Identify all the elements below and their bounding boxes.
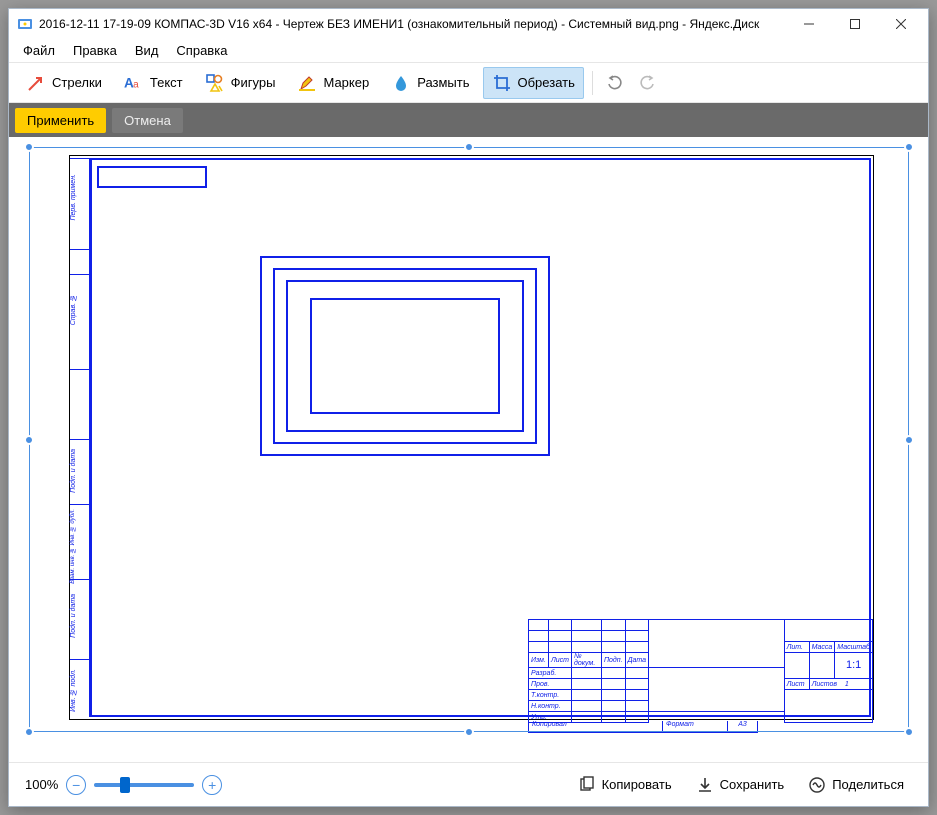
copy-button[interactable]: Копировать	[570, 772, 680, 798]
tool-text[interactable]: Aa Текст	[115, 67, 192, 99]
tool-arrows-label: Стрелки	[52, 75, 102, 90]
copy-icon	[578, 776, 596, 794]
canvas[interactable]: Перв. примен. Справ. № Подп. и дата Взам…	[9, 137, 928, 762]
zoom-slider[interactable]	[94, 783, 194, 787]
menu-edit[interactable]: Правка	[65, 41, 125, 60]
copy-label: Копировать	[602, 777, 672, 792]
tool-crop[interactable]: Обрезать	[483, 67, 584, 99]
crop-icon	[492, 73, 512, 93]
tool-text-label: Текст	[150, 75, 183, 90]
zoom-slider-thumb[interactable]	[120, 777, 130, 793]
tool-crop-label: Обрезать	[518, 75, 575, 90]
actionbar: Применить Отмена	[9, 103, 928, 137]
tool-blur[interactable]: Размыть	[382, 67, 478, 99]
crop-handle-e[interactable]	[904, 435, 914, 445]
app-window: 2016-12-11 17-19-09 КОМПАС-3D V16 x64 - …	[8, 8, 929, 807]
share-icon	[808, 776, 826, 794]
crop-handle-se[interactable]	[904, 727, 914, 737]
menu-view[interactable]: Вид	[127, 41, 167, 60]
statusbar: 100% − + Копировать Сохранить Поделиться	[9, 762, 928, 806]
close-button[interactable]	[878, 9, 924, 39]
tool-shapes-label: Фигуры	[231, 75, 276, 90]
crop-handle-nw[interactable]	[24, 142, 34, 152]
marker-icon	[297, 73, 317, 93]
tool-shapes[interactable]: Фигуры	[196, 67, 285, 99]
window-controls	[786, 9, 924, 39]
blur-icon	[391, 73, 411, 93]
menu-file[interactable]: Файл	[15, 41, 63, 60]
shapes-icon	[205, 73, 225, 93]
window-title: 2016-12-11 17-19-09 КОМПАС-3D V16 x64 - …	[39, 17, 786, 31]
crop-handle-ne[interactable]	[904, 142, 914, 152]
tool-marker-label: Маркер	[323, 75, 369, 90]
zoom-out-button[interactable]: −	[66, 775, 86, 795]
tool-marker[interactable]: Маркер	[288, 67, 378, 99]
apply-button[interactable]: Применить	[15, 108, 106, 133]
save-button[interactable]: Сохранить	[688, 772, 793, 798]
crop-handle-n[interactable]	[464, 142, 474, 152]
zoom-level: 100%	[25, 777, 58, 792]
toolbar-separator	[592, 71, 593, 95]
crop-handle-sw[interactable]	[24, 727, 34, 737]
crop-handle-s[interactable]	[464, 727, 474, 737]
share-label: Поделиться	[832, 777, 904, 792]
redo-button[interactable]	[633, 69, 661, 97]
arrow-icon	[26, 73, 46, 93]
toolbar: Стрелки Aa Текст Фигуры Маркер	[9, 63, 928, 103]
titlebar: 2016-12-11 17-19-09 КОМПАС-3D V16 x64 - …	[9, 9, 928, 39]
crop-handle-w[interactable]	[24, 435, 34, 445]
crop-selection[interactable]	[29, 147, 909, 732]
maximize-button[interactable]	[832, 9, 878, 39]
menu-help[interactable]: Справка	[168, 41, 235, 60]
svg-text:a: a	[133, 79, 139, 90]
text-icon: Aa	[124, 73, 144, 93]
save-label: Сохранить	[720, 777, 785, 792]
app-icon	[17, 16, 33, 32]
tool-blur-label: Размыть	[417, 75, 469, 90]
zoom-in-button[interactable]: +	[202, 775, 222, 795]
menubar: Файл Правка Вид Справка	[9, 39, 928, 63]
tool-arrows[interactable]: Стрелки	[17, 67, 111, 99]
undo-button[interactable]	[601, 69, 629, 97]
cancel-button[interactable]: Отмена	[112, 108, 183, 133]
minimize-button[interactable]	[786, 9, 832, 39]
download-icon	[696, 776, 714, 794]
share-button[interactable]: Поделиться	[800, 772, 912, 798]
